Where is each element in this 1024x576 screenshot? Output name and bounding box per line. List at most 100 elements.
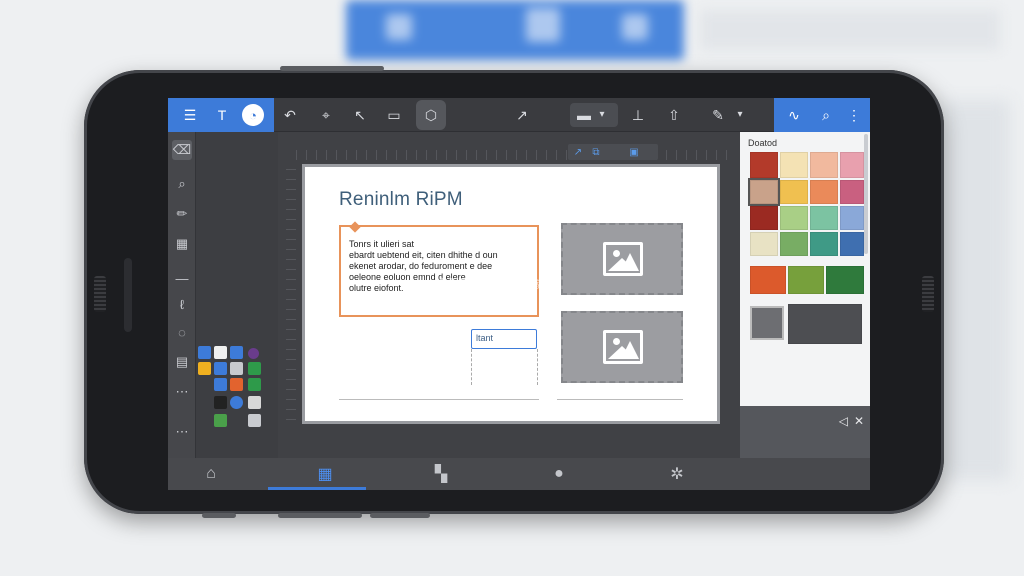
color-swatch[interactable] [750,206,778,230]
image-placeholder[interactable] [561,311,683,383]
color-swatch[interactable] [750,232,778,256]
resize-handle[interactable] [349,221,361,233]
color-swatch[interactable] [198,362,211,375]
color-swatch[interactable] [214,378,227,391]
color-swatch[interactable] [788,304,862,344]
slide-title[interactable]: Reninlm RiPM [339,189,463,211]
scrollbar[interactable] [864,134,868,254]
phone-speaker [124,258,132,332]
menu-icon[interactable]: ☰ [180,105,200,125]
color-swatch[interactable] [214,362,227,375]
panel-title: Doatod [748,138,778,148]
quick-color-grid [198,346,268,432]
color-swatch[interactable] [248,378,261,391]
undo-icon[interactable]: ↶ [280,105,300,125]
text-line: Tonrs it ulieri sat [349,239,415,249]
background-blur [700,10,1000,50]
export-icon[interactable]: ⇧ [664,105,684,125]
divider [339,399,539,400]
upload-icon[interactable]: ⊥ [628,105,648,125]
pen-icon[interactable]: ↗ [572,146,584,158]
more-icon[interactable]: ⋮ [844,105,864,125]
search-icon[interactable]: ⌕ [172,174,192,194]
color-swatch[interactable] [780,206,808,230]
vertical-ruler [286,162,296,420]
color-swatch[interactable] [230,346,243,359]
shape-icon[interactable]: ◌ [172,322,192,342]
color-swatch[interactable] [198,346,211,359]
watermark-text: .com [500,289,526,300]
horizontal-ruler [296,150,732,160]
color-swatch[interactable] [780,180,808,204]
phone-button [280,66,384,71]
color-swatch[interactable] [248,414,261,427]
color-swatch[interactable] [750,266,786,294]
color-swatch[interactable] [810,152,838,178]
color-swatch[interactable] [248,348,259,359]
color-swatch[interactable] [748,178,780,206]
table-icon[interactable]: ▦ [172,234,192,254]
pen-icon[interactable]: ✎ [708,105,728,125]
color-swatch[interactable] [750,306,784,340]
image-placeholder[interactable] [561,223,683,295]
search-icon[interactable]: ⌕ [816,105,836,125]
text-field[interactable]: ltant [471,329,537,349]
close-icon[interactable]: ✕ [854,414,864,428]
color-swatch[interactable] [810,232,838,256]
trend-icon[interactable]: ∿ [784,105,804,125]
pointer-icon[interactable]: ↖ [350,105,370,125]
text-box[interactable]: Tonrs it ulieri sat ebardt uebtend eit, … [339,221,539,317]
folder-icon[interactable]: ▬ [574,105,594,125]
guide-line [537,349,538,385]
select-icon[interactable]: ⌖ [316,105,336,125]
text-format-icon[interactable]: T [212,105,232,125]
color-swatch[interactable] [840,232,864,256]
phone-grille [94,276,106,312]
minus-icon[interactable]: — [172,268,192,288]
chevron-down-icon[interactable]: ▾ [730,105,750,125]
shape-frame-icon[interactable]: ⬡ [421,105,441,125]
color-swatch[interactable] [248,396,261,409]
color-swatch[interactable] [214,414,227,427]
more-icon[interactable]: ⋯ [172,422,192,442]
color-swatch[interactable] [840,206,864,230]
lasso-icon[interactable]: ℓ [172,294,192,314]
color-swatch[interactable] [840,180,864,204]
image-icon [603,330,643,364]
layout-icon[interactable]: ▚ [430,464,452,484]
divider [557,399,683,400]
cursor-icon[interactable]: ↗ [512,105,532,125]
color-swatch[interactable] [214,346,227,359]
chevron-down-icon[interactable]: ▾ [592,105,612,125]
speaker-icon[interactable]: ◁ [839,414,848,428]
eraser-icon[interactable]: ⌫ [172,140,192,160]
color-swatch[interactable] [248,362,261,375]
chat-icon[interactable]: ● [548,464,570,484]
color-swatch[interactable] [840,152,864,178]
more-icon[interactable]: ⋯ [172,382,192,402]
page-icon[interactable]: ▤ [172,352,192,372]
color-swatch[interactable] [810,206,838,230]
layout-icon[interactable]: ▭ [384,105,404,125]
color-swatch[interactable] [826,266,864,294]
color-swatch[interactable] [788,266,824,294]
color-swatch[interactable] [230,396,243,409]
pencil-icon[interactable]: ✏ [172,204,192,224]
watermark-logo: K73 [438,272,489,302]
color-swatch[interactable] [230,378,243,391]
color-swatch[interactable] [780,152,808,178]
color-swatch[interactable] [810,180,838,204]
lock-icon[interactable]: ▣ [628,146,640,158]
settings-icon[interactable]: ✲ [666,464,688,484]
color-swatch[interactable] [214,396,227,409]
color-swatch[interactable] [780,232,808,256]
home-icon[interactable]: ⌂ [200,464,222,484]
color-swatch[interactable] [750,152,778,178]
guide-line [471,349,472,385]
grid-icon[interactable]: ▦ [314,464,336,484]
crop-icon[interactable]: ⧉ [590,146,602,158]
color-swatch[interactable] [230,362,243,375]
top-toolbar: ☰ T ◔ ↶ ⌖ ↖ ▭ ⬡ ↗ ▬ ▾ ⊥ ⇧ ✎ ▾ ∿ ⌕ ⋮ [168,98,870,132]
background-toolbar-blur [346,0,684,60]
shape-icon[interactable]: ◔ [242,104,264,126]
